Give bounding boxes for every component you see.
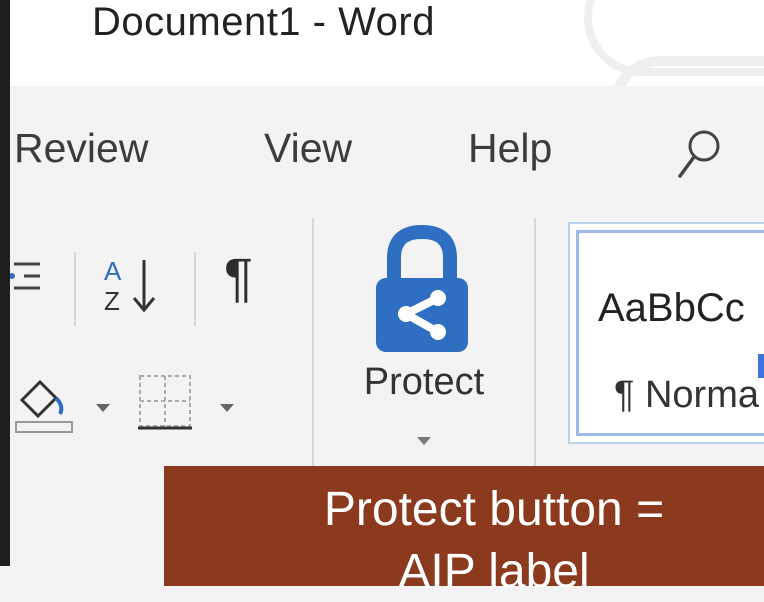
chevron-down-icon[interactable]	[218, 402, 236, 414]
sort-az-icon[interactable]: A Z	[98, 252, 162, 318]
lock-share-icon	[376, 224, 468, 352]
group-divider	[534, 218, 536, 466]
protect-label: Protect	[363, 361, 485, 403]
borders-icon[interactable]	[136, 372, 194, 430]
show-hide-formatting-button[interactable]: ¶	[224, 248, 253, 308]
group-divider	[194, 252, 196, 326]
styles-gallery[interactable]: AaBbCc ¶ Norma	[568, 222, 764, 444]
svg-text:Z: Z	[104, 286, 120, 316]
group-divider	[312, 218, 314, 466]
group-divider	[74, 252, 76, 326]
style-name-label: ¶ Norma	[614, 374, 759, 416]
protect-button[interactable]: Protect	[334, 214, 514, 464]
svg-text:A: A	[104, 256, 122, 286]
tab-help[interactable]: Help	[468, 124, 552, 172]
window-title: Document1 - Word	[92, 0, 435, 44]
tab-view[interactable]: View	[264, 124, 352, 172]
annotation-callout: Protect button = AIP label	[164, 466, 764, 598]
annotation-line-1: Protect button =	[323, 483, 665, 536]
shading-bucket-icon[interactable]	[10, 370, 74, 436]
search-icon[interactable]	[676, 126, 722, 182]
chevron-down-icon[interactable]	[94, 402, 112, 414]
chevron-down-icon	[417, 437, 431, 445]
annotation-line-2: AIP label	[398, 545, 590, 598]
style-preview-text: AaBbCc	[598, 286, 745, 330]
title-bar: Document1 - Word	[0, 0, 764, 86]
window-frame-left	[0, 0, 10, 566]
list-icon[interactable]	[10, 252, 42, 304]
tab-review[interactable]: Review	[14, 124, 148, 172]
